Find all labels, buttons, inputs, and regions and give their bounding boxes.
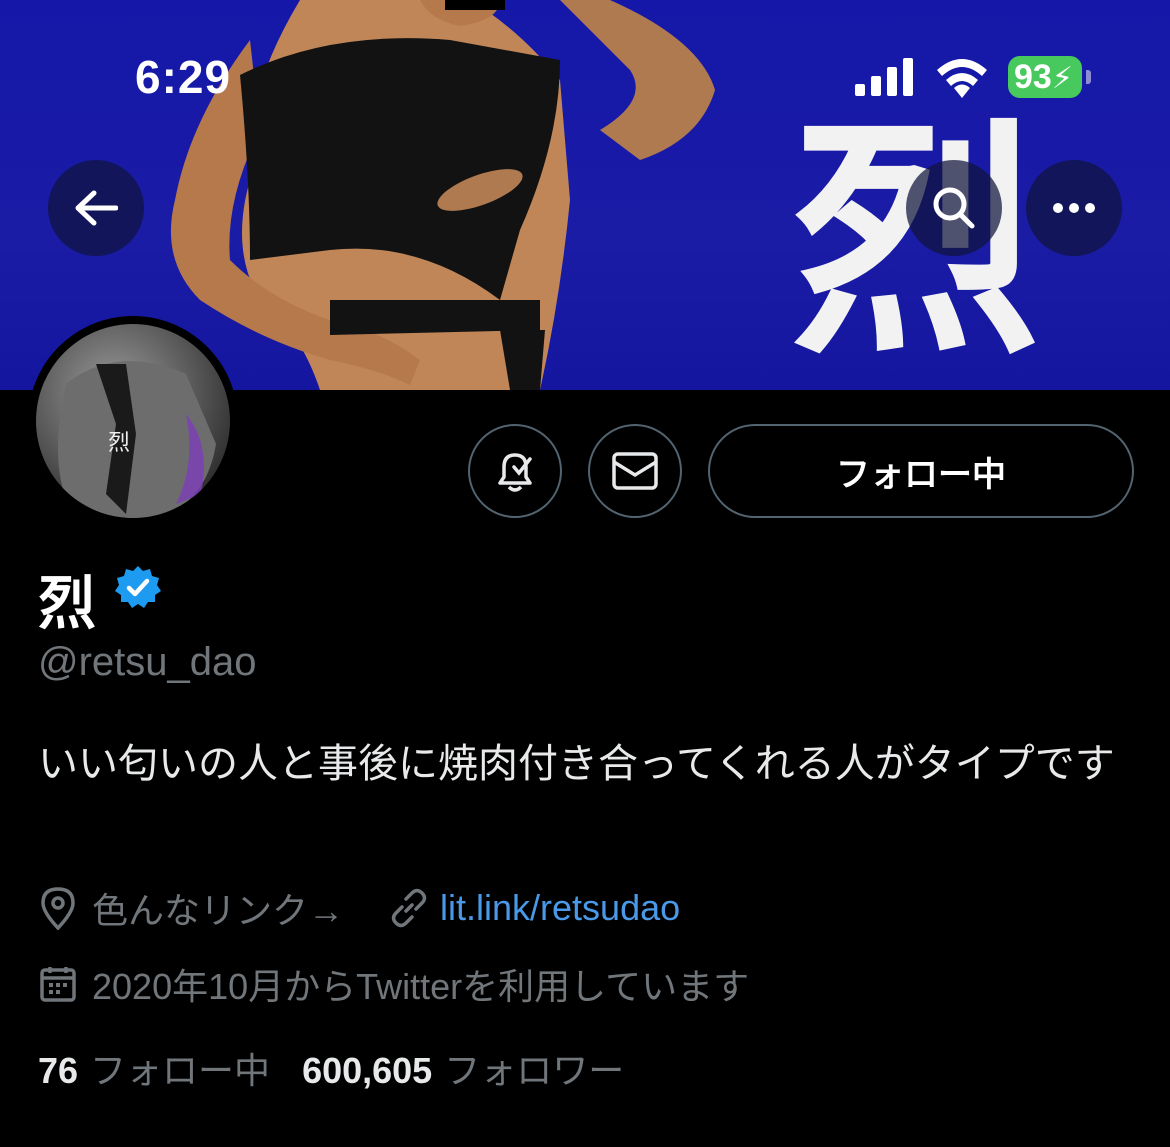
bell-check-icon [498,453,532,492]
followers-count: 600,605 [302,1050,433,1091]
location-pin-icon [41,887,75,930]
arrow-left-icon [75,190,118,226]
website-link[interactable]: lit.link/retsudao [440,887,680,929]
follow-stats: 76 フォロー中 600,605 フォロワー [38,1042,624,1094]
profile-meta-joined: 2020年10月からTwitterを利用しています [38,958,749,1010]
following-label: フォロー中 [90,1050,271,1091]
verified-badge-icon [115,566,161,608]
profile-meta-location-link: 色んなリンク→ lit.link/retsudao [38,882,680,934]
location-text: 色んなリンク→ [92,890,345,931]
status-time: 6:29 [135,51,232,103]
followers-label: フォロワー [444,1050,625,1091]
notifications-button[interactable] [468,424,562,518]
followers-stat[interactable]: 600,605 フォロワー [302,1042,624,1094]
display-name: 烈 [38,571,97,636]
avatar-kanji: 烈 [108,431,130,456]
following-button[interactable]: フォロー中 [708,424,1134,518]
message-button[interactable] [588,424,682,518]
avatar[interactable]: 烈 [28,316,238,526]
bio: いい匂いの人と事後に焼肉付き合ってくれる人がタイプです [38,742,1115,786]
cellular-signal-icon [855,58,913,96]
envelope-icon [612,452,658,490]
following-stat[interactable]: 76 フォロー中 [38,1042,270,1094]
more-options-button[interactable] [1026,160,1122,256]
battery-level: 93 [1014,58,1052,96]
search-button[interactable] [906,160,1002,256]
avatar-image: 烈 [36,324,230,518]
banner-kanji: 烈 [790,93,1040,387]
link-icon [391,888,427,928]
following-count: 76 [38,1050,79,1091]
battery-indicator: 93⚡ [1008,56,1082,98]
wifi-icon [937,59,987,98]
back-button[interactable] [48,160,144,256]
battery-tip [1086,70,1091,84]
calendar-icon [40,967,76,1002]
charging-bolt-icon: ⚡ [1051,62,1073,95]
more-horizontal-icon [1053,203,1095,213]
search-icon [933,187,975,229]
joined-date: 2020年10月からTwitterを利用しています [92,966,750,1007]
user-handle: @retsu_dao [38,640,257,684]
